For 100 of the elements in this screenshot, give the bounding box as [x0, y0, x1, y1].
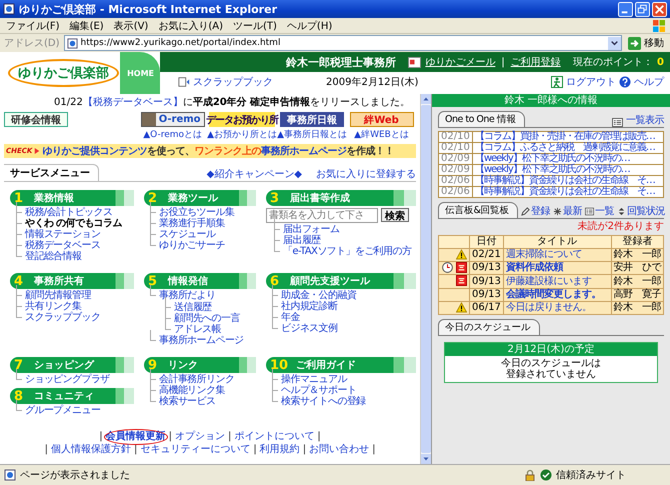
article-link[interactable]: 【コラム】ふるさと納税 過剰感覚に意義…: [472, 142, 664, 154]
menu-link[interactable]: グループメニュー: [25, 405, 100, 416]
help-link[interactable]: ヘルプ: [634, 75, 664, 89]
scroll-down-button[interactable]: [421, 454, 431, 464]
urgent-icon: [456, 262, 467, 274]
menu-link[interactable]: 検索サービス: [159, 396, 216, 407]
menu-link[interactable]: 会計事務所リンク: [159, 374, 234, 385]
article-link[interactable]: 【weekly】松下幸之助氏の不況時の…: [472, 154, 664, 164]
close-button[interactable]: [652, 2, 667, 16]
news-link[interactable]: 【税務データベース】: [82, 97, 183, 109]
article-link[interactable]: 【weekly】松下幸之助氏の不況時の…: [472, 164, 664, 176]
restore-button[interactable]: [635, 2, 650, 16]
about-link[interactable]: ▲絆WEBとは: [354, 128, 409, 141]
mail-link[interactable]: ゆりかごメール: [425, 55, 496, 69]
menu-link[interactable]: 税務データベース: [25, 240, 100, 251]
menu-link[interactable]: 届出フォーム: [283, 224, 340, 235]
menu-link[interactable]: 事務所だより: [159, 290, 216, 301]
banner-link[interactable]: 絆Web: [350, 112, 414, 127]
register-link[interactable]: ご利用登録: [510, 55, 561, 69]
banner-link[interactable]: 研修会情報: [4, 112, 68, 127]
go-button[interactable]: 移動: [626, 36, 666, 50]
menu-link[interactable]: 税務/会計トピックス: [25, 207, 112, 218]
menu-link[interactable]: 助成金・公的融資: [281, 290, 356, 301]
menu-item[interactable]: ヘルプ(H): [286, 18, 332, 32]
menu-link[interactable]: アドレス帳: [174, 324, 222, 335]
menu-link[interactable]: 情報ステーション: [25, 229, 100, 240]
menu-link[interactable]: やくわ の何でもコラム: [25, 218, 122, 229]
menu-link[interactable]: 届出履歴: [283, 235, 321, 246]
footer-link[interactable]: お問い合わせ: [309, 444, 370, 456]
menu-item[interactable]: お気に入り(A): [158, 18, 223, 32]
menu-link[interactable]: 操作マニュアル: [281, 374, 347, 385]
menu-link[interactable]: 高機能リンク集: [159, 385, 225, 396]
board-action-link[interactable]: 登録: [530, 204, 550, 218]
message-link[interactable]: 伊藤建設様にいます: [503, 274, 611, 288]
menu-link[interactable]: 登記総合情報: [25, 251, 82, 262]
menu-link[interactable]: 年金: [281, 312, 300, 323]
schedule-tab[interactable]: 今日のスケジュール: [438, 318, 540, 335]
about-link[interactable]: ▲事務所日報とは: [277, 128, 347, 141]
about-link[interactable]: ▲O-remoとは: [143, 128, 202, 141]
dropdown-button[interactable]: [608, 36, 621, 50]
footer-link[interactable]: 個人情報保護方針: [50, 444, 131, 456]
menu-link[interactable]: ショッピングプラザ: [25, 374, 110, 385]
message-link[interactable]: 資料作成依頼: [503, 262, 611, 275]
points-value: 0: [657, 56, 664, 68]
menu-link[interactable]: ビジネス文例: [281, 323, 338, 334]
menu-link[interactable]: 「e-TAXソフト」をご利用の方: [283, 246, 412, 257]
menu-link[interactable]: 業務進行手順集: [159, 218, 225, 229]
message-link[interactable]: 今日は戻りません。: [503, 301, 611, 314]
about-link[interactable]: ▲お預かり所とは: [207, 128, 278, 141]
section-title: リンク: [168, 359, 198, 372]
board-action-link[interactable]: 回覧状況: [626, 204, 665, 218]
menu-link[interactable]: ヘルプ＆サポート: [281, 385, 356, 396]
menu-item[interactable]: 表示(V): [114, 18, 148, 32]
footer-link[interactable]: セキュリティーについて: [140, 444, 250, 456]
date-cell: 02/06: [438, 176, 472, 186]
scrapbook-link[interactable]: スクラップブック: [193, 75, 273, 89]
menu-link[interactable]: 社内規定診断: [281, 301, 338, 312]
menu-item[interactable]: ツール(T): [233, 18, 277, 32]
article-link[interactable]: 【時事解説】資金繰りは会社の生命線 そ…: [472, 176, 664, 186]
search-button[interactable]: 検索: [381, 208, 409, 222]
message-link[interactable]: 会議時間変更します。: [503, 288, 611, 302]
footer-link[interactable]: オプション: [175, 431, 225, 443]
menu-link[interactable]: スケジュール: [159, 229, 216, 240]
menu-item[interactable]: 編集(E): [70, 18, 104, 32]
address-field[interactable]: https://www2.yurikago.net/portal/index.html: [64, 35, 622, 51]
article-link[interactable]: 【コラム】買掛・売掛・在庫の管理は販売…: [472, 132, 664, 142]
menu-link[interactable]: 顧問先への一言: [174, 313, 240, 324]
promo-link[interactable]: 事務所ホームページ: [260, 146, 346, 157]
campaign-link[interactable]: ◆紹介キャンペーン◆: [206, 167, 302, 181]
section-number: 10: [270, 358, 288, 372]
menu-link[interactable]: ゆりかごサーチ: [159, 240, 225, 251]
board-tab[interactable]: 伝言板&回覧板: [438, 202, 518, 218]
minimize-button[interactable]: [618, 2, 633, 16]
menu-link[interactable]: 検索サイトへの登録: [281, 396, 366, 407]
promo-link[interactable]: ゆりかご提供コンテンツ: [42, 146, 147, 157]
footer-link[interactable]: 会員情報更新: [106, 431, 166, 443]
footer-link[interactable]: 利用規約: [260, 444, 300, 456]
message-link[interactable]: 週末掃除について: [503, 248, 611, 262]
author-cell: 安井 ひで: [611, 262, 664, 275]
favorite-link[interactable]: お気に入りに登録する: [316, 167, 416, 181]
scroll-up-button[interactable]: [421, 94, 431, 104]
banner-link[interactable]: O-remo: [140, 112, 205, 127]
list-view-link[interactable]: 一覧表示: [626, 113, 664, 127]
menu-link[interactable]: 送信履歴: [174, 302, 212, 313]
board-action-link[interactable]: 最新: [562, 204, 582, 218]
menu-link[interactable]: 共有リンク集: [25, 301, 82, 312]
menu-link[interactable]: 事務所ホームページ: [159, 335, 244, 346]
menu-link[interactable]: お役立ちツール集: [159, 207, 234, 218]
article-link[interactable]: 【時事解説】資金繰りは会社の生命線 そ…: [472, 186, 664, 198]
board-action-link[interactable]: 一覧: [594, 204, 614, 218]
menu-link[interactable]: 顧問先情報管理: [25, 290, 91, 301]
status-text: ページが表示されました: [20, 468, 130, 482]
menu-item[interactable]: ファイル(F): [6, 18, 60, 32]
one-to-one-tab[interactable]: One to One 情報: [438, 111, 525, 127]
separator: |: [228, 431, 232, 443]
menu-link[interactable]: スクラップブック: [25, 312, 100, 323]
banner-link[interactable]: 事務所日報: [280, 112, 344, 127]
logout-link[interactable]: ログアウト: [566, 75, 616, 89]
footer-link[interactable]: ポイントについて: [234, 431, 314, 443]
search-field[interactable]: 書類名を入力して下さ: [266, 208, 378, 223]
